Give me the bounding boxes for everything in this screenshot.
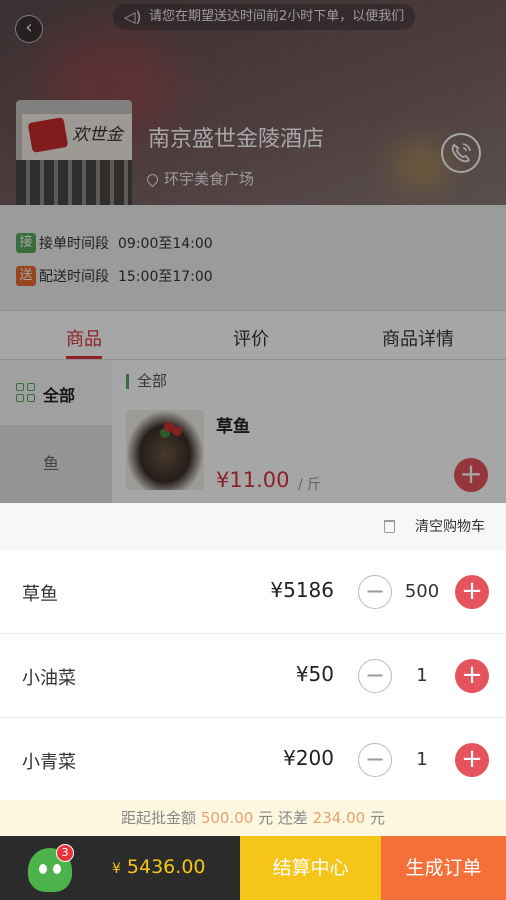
- increase-quantity-button[interactable]: +: [455, 743, 489, 777]
- cart-item-name: 小青菜: [22, 752, 76, 773]
- clear-cart-button[interactable]: 清空购物车: [384, 516, 485, 536]
- cart-total-amount: 5436.00: [126, 856, 206, 878]
- cart-summary[interactable]: 3 ¥5436.00: [0, 836, 240, 900]
- cart-item-price: ¥50: [295, 662, 334, 686]
- minimum-order-bar: 距起批金额 500.00 元 还差 234.00 元: [0, 800, 506, 836]
- create-order-button[interactable]: 生成订单: [381, 836, 506, 900]
- cart-header: 清空购物车: [0, 503, 506, 550]
- clear-cart-label: 清空购物车: [415, 519, 485, 535]
- cart-item: 草鱼 ¥5186 − 500 +: [0, 550, 506, 634]
- cart-item-name: 小油菜: [22, 668, 76, 689]
- currency-symbol: ¥: [112, 861, 121, 877]
- cart-item: 小油菜 ¥50 − 1 +: [0, 634, 506, 718]
- cart-item-price: ¥5186: [270, 578, 334, 602]
- increase-quantity-button[interactable]: +: [455, 575, 489, 609]
- min-order-diff: 234.00: [312, 809, 366, 827]
- cart-item-quantity[interactable]: 1: [395, 665, 449, 686]
- min-order-amount: 500.00: [200, 809, 254, 827]
- cart-item-price: ¥200: [283, 746, 334, 770]
- cart-item-name: 草鱼: [22, 584, 58, 605]
- increase-quantity-button[interactable]: +: [455, 659, 489, 693]
- cart-count-badge: 3: [56, 844, 74, 862]
- decrease-quantity-button[interactable]: −: [358, 575, 392, 609]
- bottom-bar: 3 ¥5436.00 结算中心 生成订单: [0, 836, 506, 900]
- min-order-unit2: 元: [369, 809, 385, 827]
- cart-panel: 清空购物车 草鱼 ¥5186 − 500 + 小油菜 ¥50 − 1 + 小青菜…: [0, 503, 506, 836]
- checkout-button[interactable]: 结算中心: [240, 836, 381, 900]
- decrease-quantity-button[interactable]: −: [358, 659, 392, 693]
- cart-total: ¥5436.00: [112, 856, 206, 878]
- min-order-unit: 元 还差: [258, 809, 308, 827]
- min-order-prefix: 距起批金额: [121, 809, 197, 827]
- cart-item: 小青菜 ¥200 − 1 +: [0, 718, 506, 802]
- cart-item-quantity[interactable]: 500: [395, 581, 449, 602]
- trash-icon: [384, 519, 395, 533]
- cart-item-quantity[interactable]: 1: [395, 749, 449, 770]
- dim-overlay[interactable]: [0, 0, 506, 505]
- decrease-quantity-button[interactable]: −: [358, 743, 392, 777]
